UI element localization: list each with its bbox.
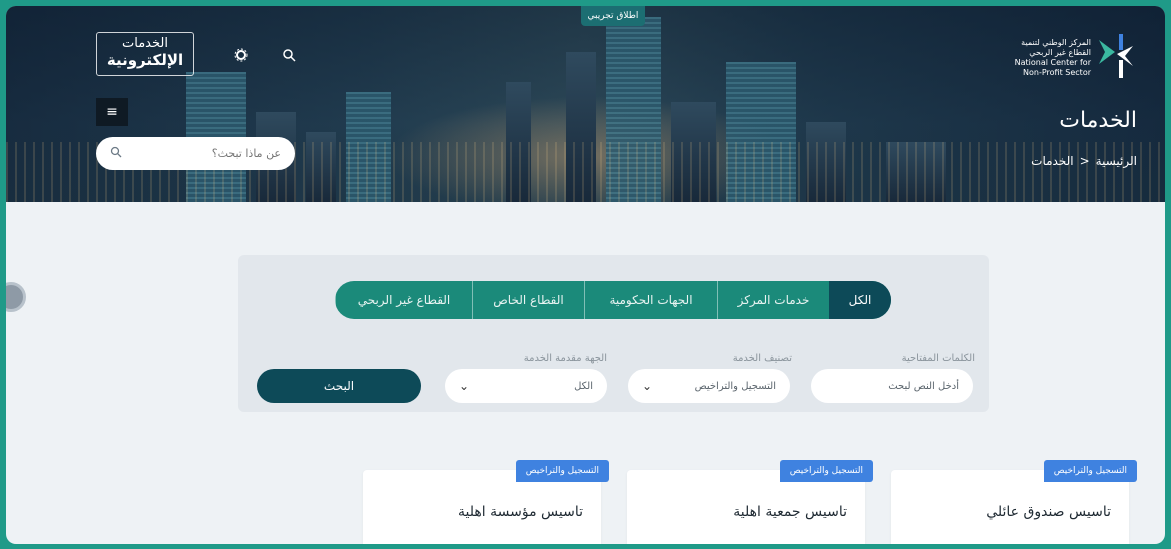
category-select[interactable]: ⌄ التسجيل والتراخيص xyxy=(628,369,790,403)
service-card[interactable]: التسجيل والتراخيص تاسيس مؤسسة اهلية xyxy=(363,460,609,544)
gear-icon[interactable] xyxy=(234,48,248,66)
category-badge: التسجيل والتراخيص xyxy=(779,460,873,482)
category-value: التسجيل والتراخيص xyxy=(694,380,776,392)
breadcrumb-separator: > xyxy=(1079,154,1090,168)
search-icon xyxy=(110,146,122,161)
service-card[interactable]: التسجيل والتراخيص تاسيس جمعية اهلية xyxy=(627,460,873,544)
category-badge: التسجيل والتراخيص xyxy=(1043,460,1137,482)
logo-text: المركز الوطني لتنمية القطاع غير الربحي N… xyxy=(1014,38,1091,77)
provider-value: الكل xyxy=(574,380,593,392)
category-badge: التسجيل والتراخيص xyxy=(515,460,609,482)
eservices-line1: الخدمات xyxy=(122,36,168,51)
hamburger-icon[interactable]: ≡ xyxy=(96,98,128,126)
search-icon[interactable] xyxy=(282,48,296,66)
keywords-placeholder: أدخل النص لبحث xyxy=(888,380,959,392)
eservices-logo[interactable]: الخدمات الإلكترونية xyxy=(96,32,194,76)
ncnp-logo[interactable]: المركز الوطني لتنمية القطاع غير الربحي N… xyxy=(1005,28,1135,86)
hero-banner: اطلاق تجريبي الخدمات الإلكترونية ≡ المرك… xyxy=(6,6,1165,202)
service-title: تاسيس جمعية اهلية xyxy=(733,504,847,520)
eservices-line2: الإلكترونية xyxy=(106,51,184,69)
provider-select[interactable]: ⌄ الكل xyxy=(445,369,607,403)
category-label: تصنيف الخدمة xyxy=(732,353,792,364)
breadcrumb-current[interactable]: الخدمات xyxy=(1031,154,1073,168)
trial-tag: اطلاق تجريبي xyxy=(581,6,645,26)
logo-mark-icon xyxy=(1099,34,1133,78)
header-search[interactable] xyxy=(96,137,295,170)
globe-icon[interactable] xyxy=(6,282,26,312)
tab-center-services[interactable]: خدمات المركز xyxy=(717,281,829,319)
tab-private-sector[interactable]: القطاع الخاص xyxy=(472,281,584,319)
chevron-down-icon: ⌄ xyxy=(642,379,653,393)
page-frame: اطلاق تجريبي الخدمات الإلكترونية ≡ المرك… xyxy=(6,6,1165,544)
breadcrumb: الخدمات > الرئيسية xyxy=(1031,154,1137,168)
keywords-label: الكلمات المفتاحية xyxy=(901,353,975,364)
service-card[interactable]: التسجيل والتراخيص تاسيس صندوق عائلي xyxy=(891,460,1137,544)
tab-government[interactable]: الجهات الحكومية xyxy=(584,281,717,319)
tab-nonprofit-sector[interactable]: القطاع غير الربحي xyxy=(335,281,472,319)
category-tabs: الكل خدمات المركز الجهات الحكومية القطاع… xyxy=(335,281,891,319)
search-button[interactable]: البحث xyxy=(257,369,421,403)
service-title: تاسيس مؤسسة اهلية xyxy=(458,504,583,520)
search-input[interactable] xyxy=(141,147,281,160)
breadcrumb-home[interactable]: الرئيسية xyxy=(1096,154,1137,168)
tab-all[interactable]: الكل xyxy=(829,281,891,319)
filter-panel: الكل خدمات المركز الجهات الحكومية القطاع… xyxy=(238,255,989,412)
provider-label: الجهة مقدمة الخدمة xyxy=(523,353,607,364)
chevron-down-icon: ⌄ xyxy=(459,379,470,393)
page-title: الخدمات xyxy=(1059,108,1137,133)
keywords-field[interactable]: أدخل النص لبحث xyxy=(811,369,973,403)
service-title: تاسيس صندوق عائلي xyxy=(986,504,1111,520)
